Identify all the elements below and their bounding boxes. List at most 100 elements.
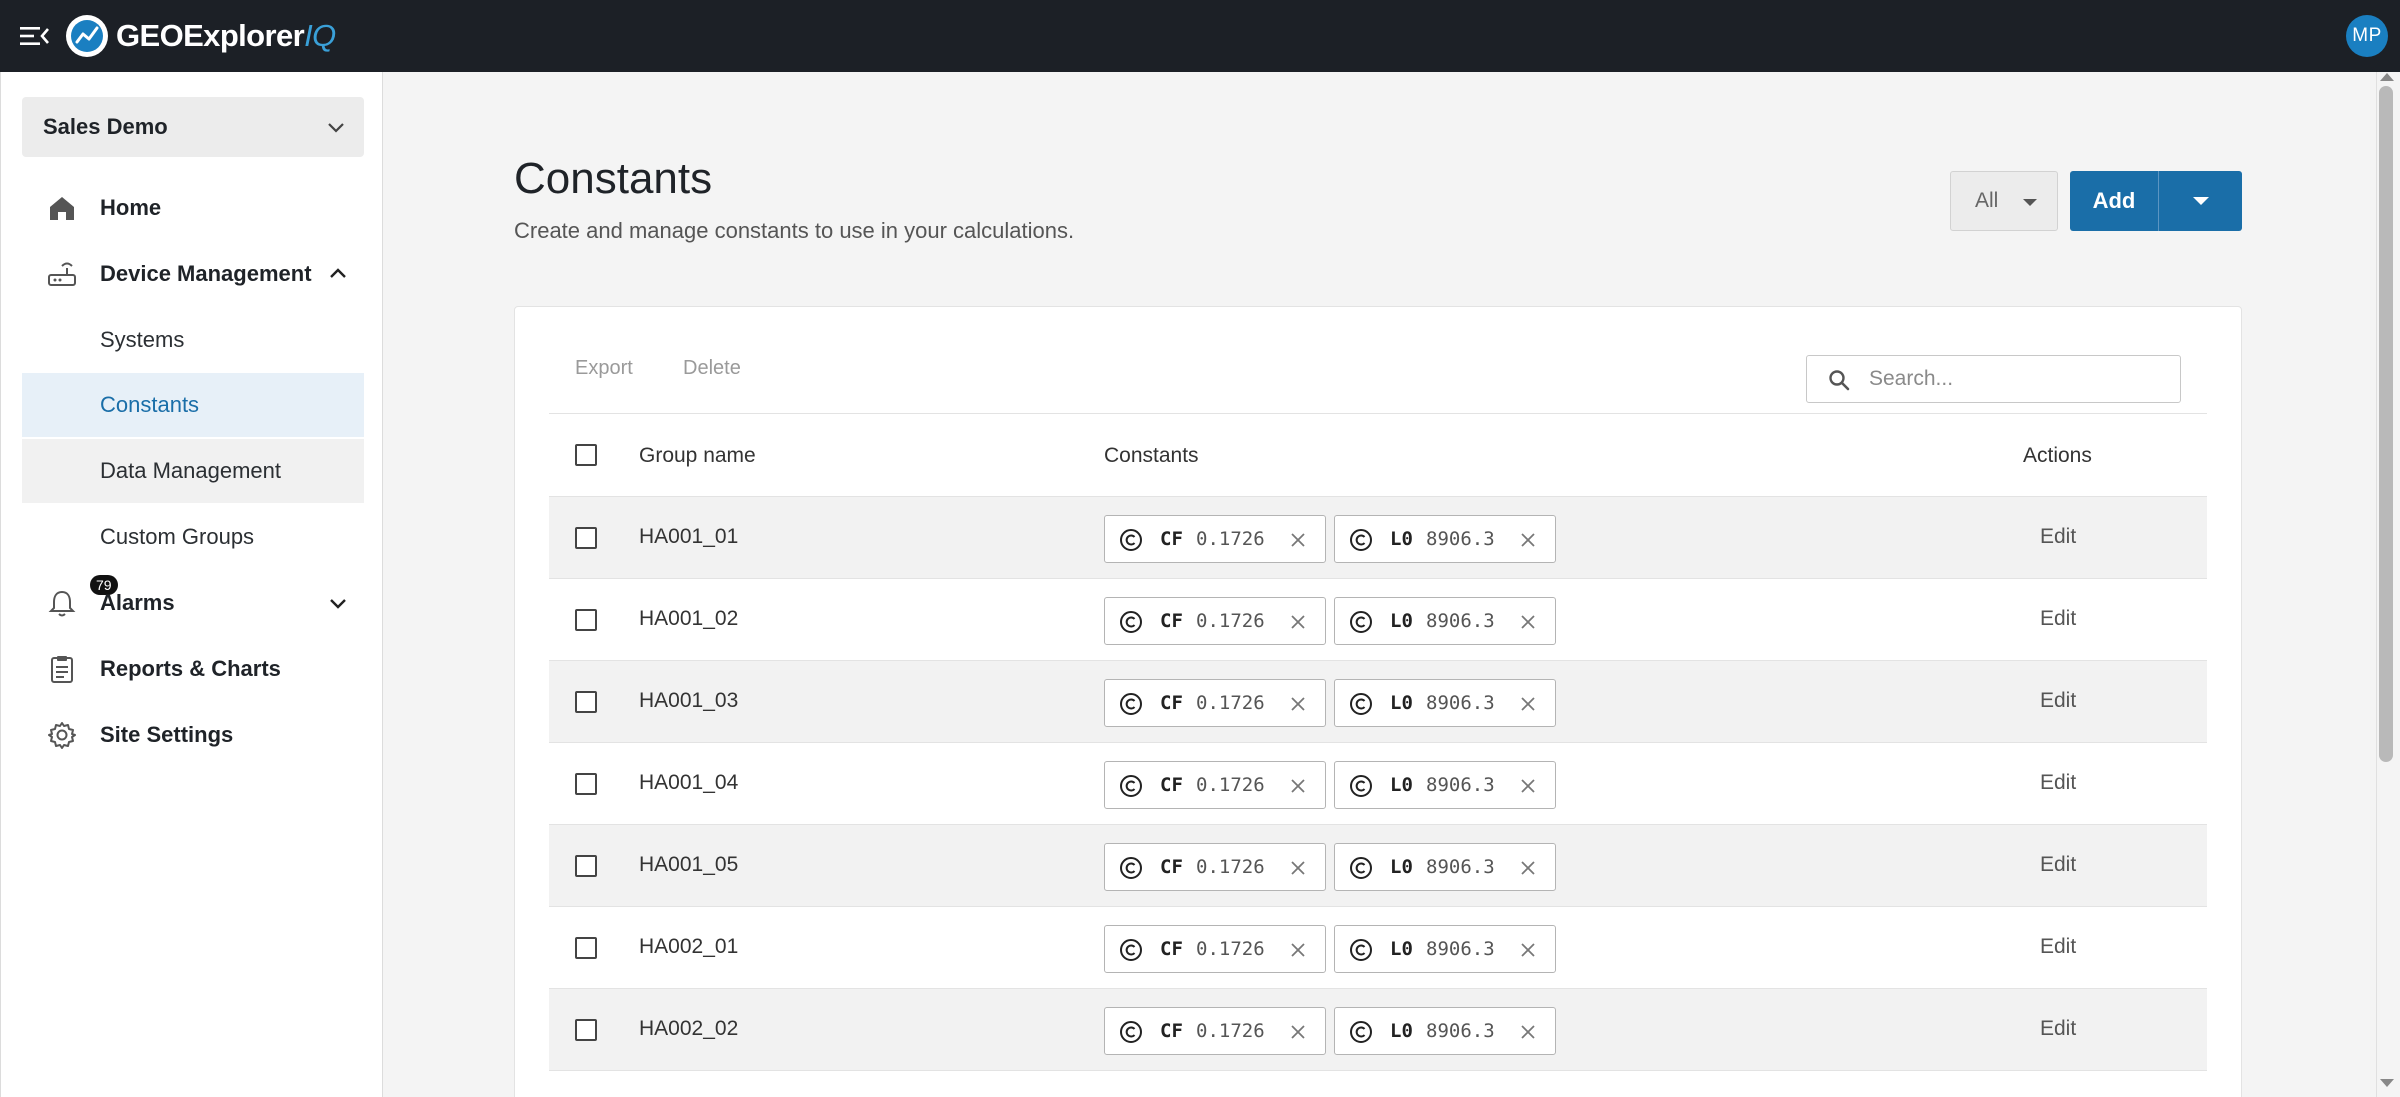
- remove-constant-icon[interactable]: [1288, 1022, 1308, 1042]
- constant-key: L0: [1390, 610, 1413, 632]
- remove-constant-icon[interactable]: [1288, 858, 1308, 878]
- remove-constant-icon[interactable]: [1288, 776, 1308, 796]
- constant-chip[interactable]: CF 0.1726: [1104, 925, 1326, 973]
- caret-down-icon: [2023, 199, 2037, 206]
- add-button[interactable]: Add: [2070, 171, 2158, 231]
- edit-button[interactable]: Edit: [2040, 607, 2076, 631]
- constant-chip[interactable]: CF 0.1726: [1104, 843, 1326, 891]
- row-checkbox[interactable]: [575, 691, 597, 713]
- constant-chip[interactable]: CF 0.1726: [1104, 597, 1326, 645]
- sidebar-item-label: Site Settings: [100, 722, 234, 747]
- sidebar-item-reports-charts[interactable]: Reports & Charts: [22, 637, 364, 701]
- table-row: HA001_05 CF 0.1726 L0 8906.3 Edit: [549, 825, 2207, 907]
- column-header-constants: Constants: [1104, 444, 1199, 467]
- chevron-up-icon: [330, 268, 346, 278]
- constant-chip[interactable]: CF 0.1726: [1104, 515, 1326, 563]
- app-name: GEOExplorerIQ: [116, 18, 336, 53]
- top-bar: GEOExplorerIQ MP: [0, 0, 2400, 72]
- search-icon: [1829, 370, 1850, 391]
- sidebar-subitem-data-management[interactable]: Data Management: [22, 439, 364, 503]
- group-name-cell: HA002_01: [639, 935, 739, 958]
- app-logo[interactable]: GEOExplorerIQ: [64, 12, 336, 60]
- row-checkbox[interactable]: [575, 527, 597, 549]
- constant-chip[interactable]: L0 8906.3: [1334, 925, 1556, 973]
- edit-button[interactable]: Edit: [2040, 689, 2076, 713]
- group-name-cell: HA001_04: [639, 771, 739, 794]
- constant-icon: [1350, 939, 1372, 961]
- remove-constant-icon[interactable]: [1518, 694, 1538, 714]
- row-checkbox[interactable]: [575, 1019, 597, 1041]
- sidebar-subitem-custom-groups[interactable]: Custom Groups: [22, 505, 364, 569]
- site-selector-value: Sales Demo: [43, 114, 168, 139]
- sidebar-item-device-management[interactable]: Device Management: [22, 242, 364, 306]
- constant-icon: [1350, 693, 1372, 715]
- sidebar-subitem-systems[interactable]: Systems: [22, 308, 364, 372]
- export-button[interactable]: Export: [575, 357, 633, 380]
- row-checkbox[interactable]: [575, 855, 597, 877]
- group-name-cell: HA001_01: [639, 525, 739, 548]
- constant-value: 8906.3: [1426, 774, 1495, 796]
- remove-constant-icon[interactable]: [1288, 612, 1308, 632]
- constant-key: CF: [1160, 692, 1183, 714]
- group-name-cell: HA001_05: [639, 853, 739, 876]
- remove-constant-icon[interactable]: [1288, 940, 1308, 960]
- constant-icon: [1120, 611, 1142, 633]
- remove-constant-icon[interactable]: [1518, 530, 1538, 550]
- filter-dropdown[interactable]: All: [1950, 171, 2058, 231]
- search-field[interactable]: [1806, 355, 2181, 403]
- scroll-up-arrow-icon[interactable]: [2380, 73, 2394, 81]
- edit-button[interactable]: Edit: [2040, 771, 2076, 795]
- remove-constant-icon[interactable]: [1288, 694, 1308, 714]
- constant-chip[interactable]: CF 0.1726: [1104, 1007, 1326, 1055]
- remove-constant-icon[interactable]: [1518, 940, 1538, 960]
- table-row: HA002_01 CF 0.1726 L0 8906.3 Edit: [549, 907, 2207, 989]
- page-title: Constants: [514, 154, 713, 203]
- sidebar-item-alarms[interactable]: 79 Alarms: [22, 571, 364, 635]
- constant-chip[interactable]: CF 0.1726: [1104, 761, 1326, 809]
- remove-constant-icon[interactable]: [1288, 530, 1308, 550]
- scrollbar-thumb[interactable]: [2379, 86, 2393, 762]
- constant-value: 0.1726: [1196, 1020, 1265, 1042]
- constant-icon: [1120, 857, 1142, 879]
- remove-constant-icon[interactable]: [1518, 1022, 1538, 1042]
- constant-key: L0: [1390, 692, 1413, 714]
- search-input[interactable]: [1869, 356, 2169, 402]
- constant-icon: [1350, 611, 1372, 633]
- row-checkbox[interactable]: [575, 609, 597, 631]
- logo-mark-icon: [66, 15, 108, 57]
- edit-button[interactable]: Edit: [2040, 525, 2076, 549]
- remove-constant-icon[interactable]: [1518, 858, 1538, 878]
- row-checkbox[interactable]: [575, 773, 597, 795]
- user-avatar[interactable]: MP: [2346, 15, 2388, 57]
- constant-value: 8906.3: [1426, 528, 1495, 550]
- constant-chip[interactable]: L0 8906.3: [1334, 1007, 1556, 1055]
- select-all-checkbox[interactable]: [575, 444, 597, 466]
- sidebar-item-site-settings[interactable]: Site Settings: [22, 703, 364, 767]
- edit-button[interactable]: Edit: [2040, 1017, 2076, 1041]
- collapse-menu-icon[interactable]: [20, 22, 50, 50]
- constant-icon: [1120, 939, 1142, 961]
- chevron-down-icon: [328, 123, 344, 133]
- remove-constant-icon[interactable]: [1518, 776, 1538, 796]
- constant-chip[interactable]: L0 8906.3: [1334, 515, 1556, 563]
- remove-constant-icon[interactable]: [1518, 612, 1538, 632]
- edit-button[interactable]: Edit: [2040, 935, 2076, 959]
- add-options-dropdown-button[interactable]: [2158, 171, 2242, 231]
- sidebar-item-home[interactable]: Home: [22, 176, 364, 240]
- delete-button[interactable]: Delete: [683, 357, 741, 380]
- constant-value: 0.1726: [1196, 610, 1265, 632]
- row-checkbox[interactable]: [575, 937, 597, 959]
- constant-chip[interactable]: L0 8906.3: [1334, 761, 1556, 809]
- constants-table-card: Export Delete Group name Constants Actio…: [514, 306, 2242, 1097]
- edit-button[interactable]: Edit: [2040, 853, 2076, 877]
- constant-chip[interactable]: L0 8906.3: [1334, 679, 1556, 727]
- constant-chip[interactable]: L0 8906.3: [1334, 843, 1556, 891]
- site-selector[interactable]: Sales Demo: [22, 97, 364, 157]
- sidebar-subitem-constants[interactable]: Constants: [22, 373, 364, 437]
- constant-chip[interactable]: L0 8906.3: [1334, 597, 1556, 645]
- scroll-down-arrow-icon[interactable]: [2380, 1079, 2394, 1087]
- constant-value: 8906.3: [1426, 692, 1495, 714]
- constant-chip[interactable]: CF 0.1726: [1104, 679, 1326, 727]
- constant-value: 0.1726: [1196, 856, 1265, 878]
- sidebar: Sales Demo Home Device Management System…: [0, 72, 383, 1097]
